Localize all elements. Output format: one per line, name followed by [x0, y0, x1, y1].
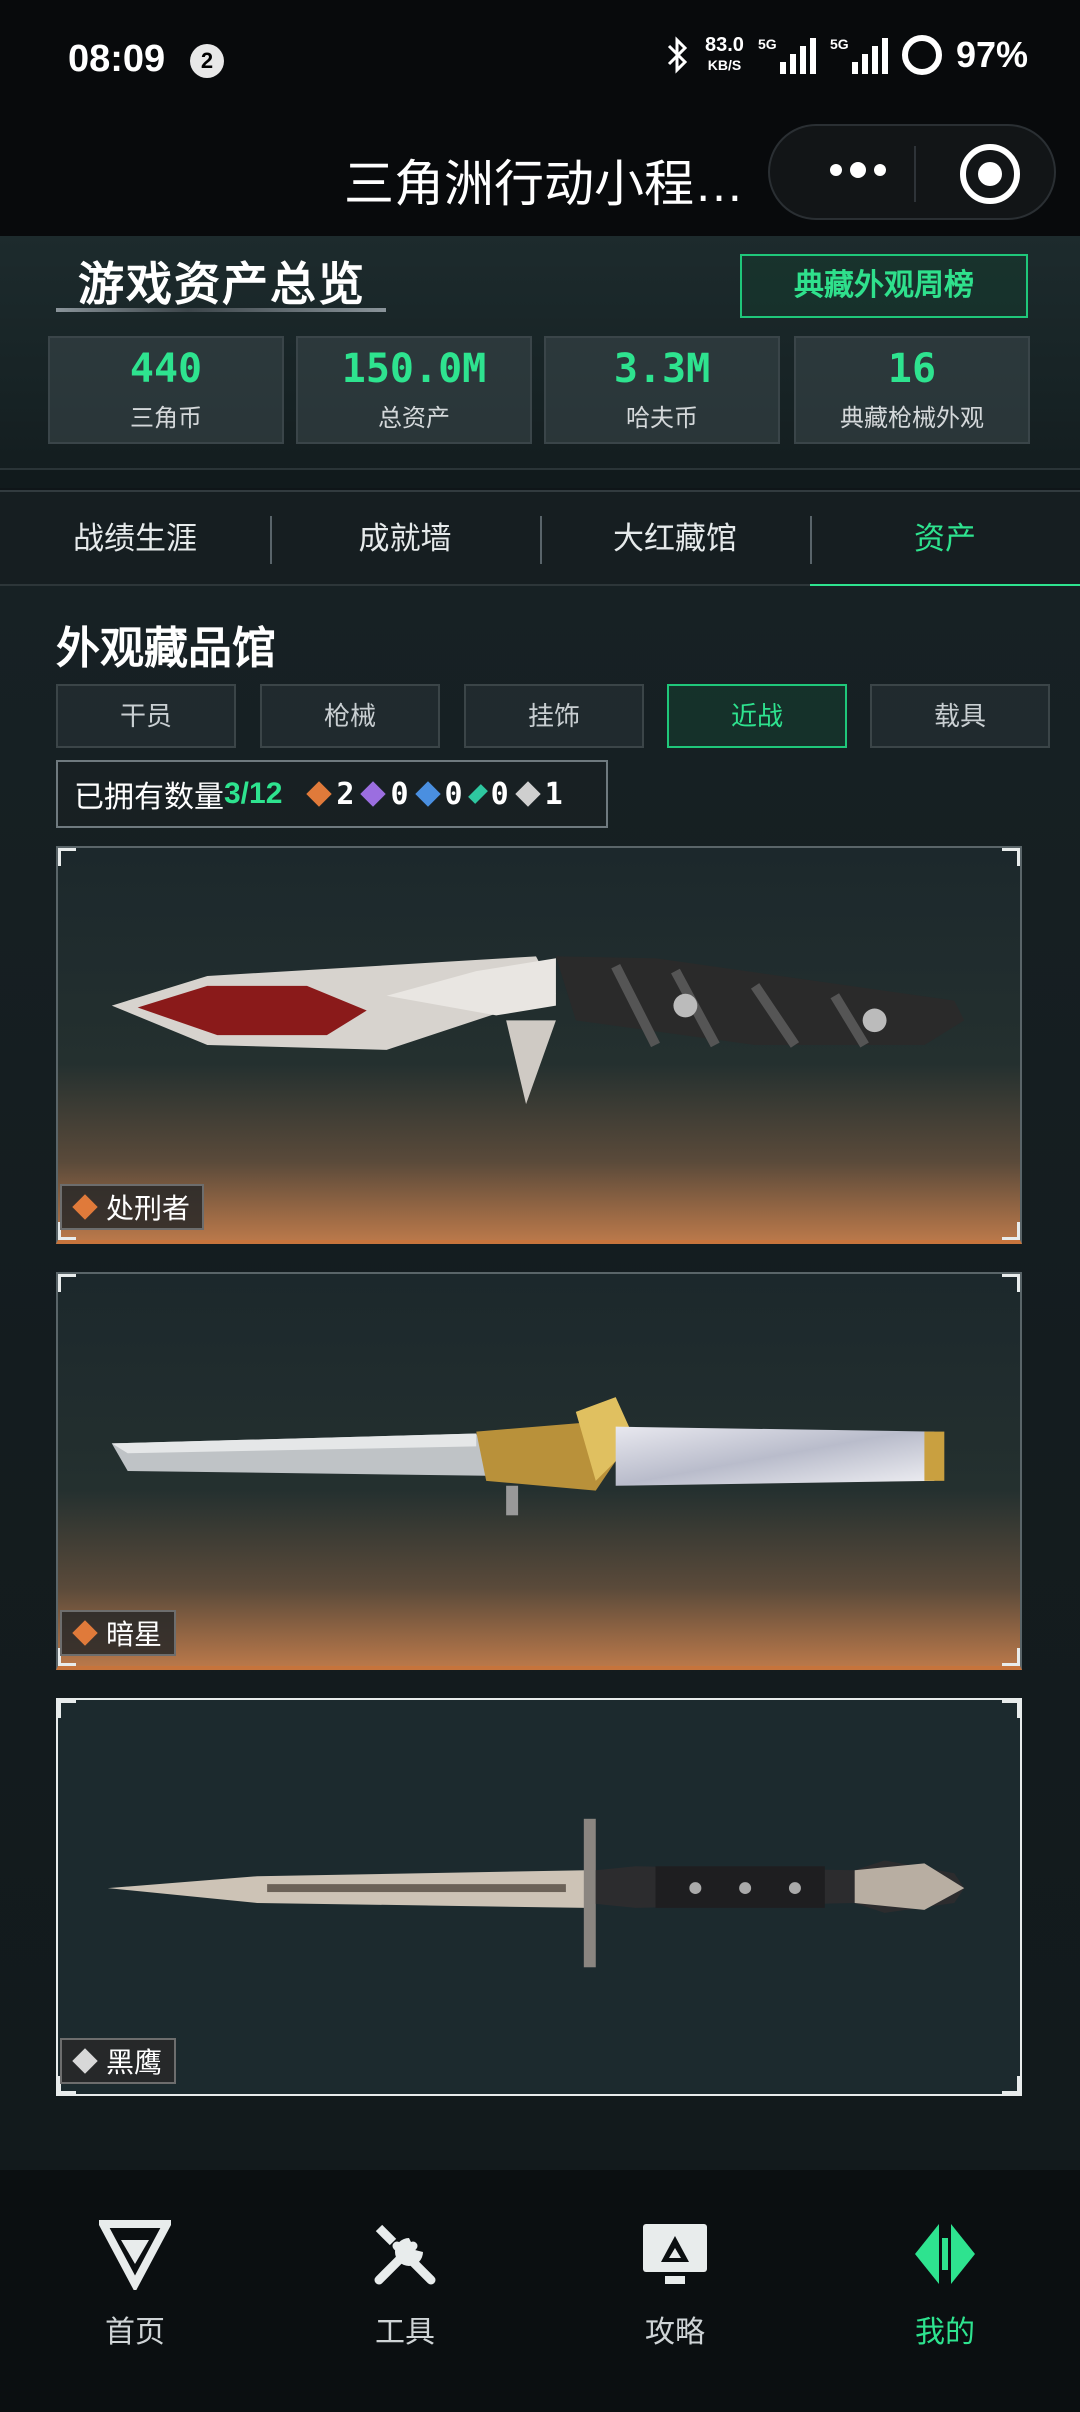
nav-label: 首页	[105, 2316, 165, 2349]
profile-logo-icon	[915, 2224, 975, 2284]
nav-label: 我的	[915, 2316, 975, 2349]
knife-dark-star-image	[58, 1274, 1020, 1666]
stat-value: 150.0M	[341, 346, 487, 392]
filter-melee[interactable]: 近战	[667, 684, 847, 748]
item-label: 处刑者	[60, 1184, 205, 1230]
nav-profile[interactable]: 我的	[810, 2218, 1080, 2351]
tab-career[interactable]: 战绩生涯	[0, 492, 270, 586]
rarity-count: 0	[444, 776, 463, 812]
rarity-white-icon	[514, 781, 541, 807]
stat-haf-coin: 3.3M 哈夫币	[544, 336, 780, 444]
net-speed-unit: KB/S	[707, 57, 742, 73]
tab-red-collection[interactable]: 大红藏馆	[540, 492, 810, 586]
gallery-title: 外观藏品馆	[56, 624, 276, 673]
stat-label: 总资产	[378, 405, 450, 432]
tab-assets[interactable]: 资产	[810, 492, 1080, 588]
guide-monitor-icon	[643, 2224, 707, 2284]
stat-collection-skins: 16 典藏枪械外观	[794, 336, 1030, 444]
capsule-divider	[914, 146, 916, 202]
owned-label: 已拥有数量	[74, 781, 224, 814]
signal-2-icon: 5G	[830, 36, 888, 74]
signal-1-icon: 5G	[758, 36, 816, 74]
signal-2-label: 5G	[829, 36, 849, 52]
net-speed-value: 83.0	[705, 34, 744, 56]
stat-label: 三角币	[130, 405, 202, 432]
rarity-green-icon	[467, 784, 488, 804]
nav-guide[interactable]: 攻略	[540, 2218, 810, 2351]
tab-achievements[interactable]: 成就墙	[270, 492, 540, 586]
bottom-navigation: 首页 工具 攻略 我的	[0, 2170, 1080, 2412]
rarity-count: 0	[390, 776, 409, 812]
rarity-count: 2	[336, 776, 355, 812]
app-title: 三角洲行动小程…	[344, 156, 744, 212]
battery-level: 97%	[955, 34, 1028, 75]
rarity-purple-icon	[360, 781, 387, 807]
knife-executioner-image	[58, 848, 1020, 1240]
status-time: 08:09	[68, 38, 166, 80]
stat-value: 16	[887, 346, 937, 392]
filter-vehicles[interactable]: 载具	[870, 684, 1050, 748]
rarity-count: 0	[490, 776, 509, 812]
close-program-icon[interactable]	[960, 144, 1020, 204]
nav-tools[interactable]: 工具	[270, 2218, 540, 2351]
signal-1-label: 5G	[757, 36, 777, 52]
melee-card[interactable]: 暗星	[56, 1272, 1022, 1670]
rarity-orange-icon	[72, 1620, 98, 1646]
stat-label: 哈夫币	[626, 405, 698, 432]
asset-overview: 游戏资产总览 典藏外观周榜 440 三角币 150.0M 总资产 3.3M 哈夫…	[0, 236, 1080, 488]
bluetooth-icon	[667, 36, 688, 74]
knife-black-hawk-image	[58, 1700, 1020, 2094]
rarity-white-icon	[72, 2048, 98, 2074]
home-logo-icon	[96, 2220, 174, 2293]
stat-label: 典藏枪械外观	[840, 405, 984, 432]
melee-card[interactable]: 黑鹰	[56, 1698, 1022, 2096]
nav-label: 工具	[375, 2316, 435, 2349]
battery-icon	[901, 35, 942, 75]
title-underline	[56, 308, 386, 312]
notification-badge: 2	[190, 44, 224, 78]
stat-value: 3.3M	[613, 346, 711, 392]
nav-home[interactable]: 首页	[0, 2218, 270, 2351]
status-icons: 83.0 KB/S 5G 5G 97%	[665, 34, 1028, 76]
item-label: 黑鹰	[60, 2038, 177, 2084]
filter-charms[interactable]: 挂饰	[464, 684, 644, 748]
rarity-orange-icon	[72, 1194, 98, 1220]
item-label: 暗星	[60, 1610, 177, 1656]
rarity-orange-icon	[306, 781, 333, 807]
overview-title: 游戏资产总览	[78, 258, 366, 310]
item-name: 处刑者	[106, 1193, 191, 1224]
item-name: 黑鹰	[106, 2047, 163, 2078]
owned-count: 3/12	[224, 777, 283, 810]
item-name: 暗星	[106, 1619, 163, 1650]
mini-program-capsule	[768, 124, 1056, 220]
melee-card[interactable]: 处刑者	[56, 846, 1022, 1244]
stat-delta-coin: 440 三角币	[48, 336, 284, 444]
filter-operators[interactable]: 干员	[56, 684, 236, 748]
owned-count-bar: 已拥有数量 3/12 2 0 0 0 1	[56, 760, 608, 828]
net-speed: 83.0 KB/S	[705, 35, 744, 75]
nav-label: 攻略	[645, 2316, 705, 2349]
rarity-count: 1	[544, 776, 563, 812]
profile-tabs: 战绩生涯 成就墙 大红藏馆 资产	[0, 490, 1080, 588]
more-options-icon[interactable]	[830, 162, 886, 178]
rarity-blue-icon	[414, 781, 441, 807]
weekly-ranking-button[interactable]: 典藏外观周榜	[740, 254, 1028, 318]
stat-value: 440	[129, 346, 203, 392]
stat-total-assets: 150.0M 总资产	[296, 336, 532, 444]
tools-icon	[374, 2224, 436, 2285]
status-bar: 08:09 2 83.0 KB/S 5G 5G 97%	[0, 0, 1080, 120]
gallery-section: 外观藏品馆 干员 枪械 挂饰 近战 载具 已拥有数量 3/12 2 0 0 0 …	[0, 586, 1080, 2170]
filter-firearms[interactable]: 枪械	[260, 684, 440, 748]
overview-divider	[0, 468, 1080, 488]
